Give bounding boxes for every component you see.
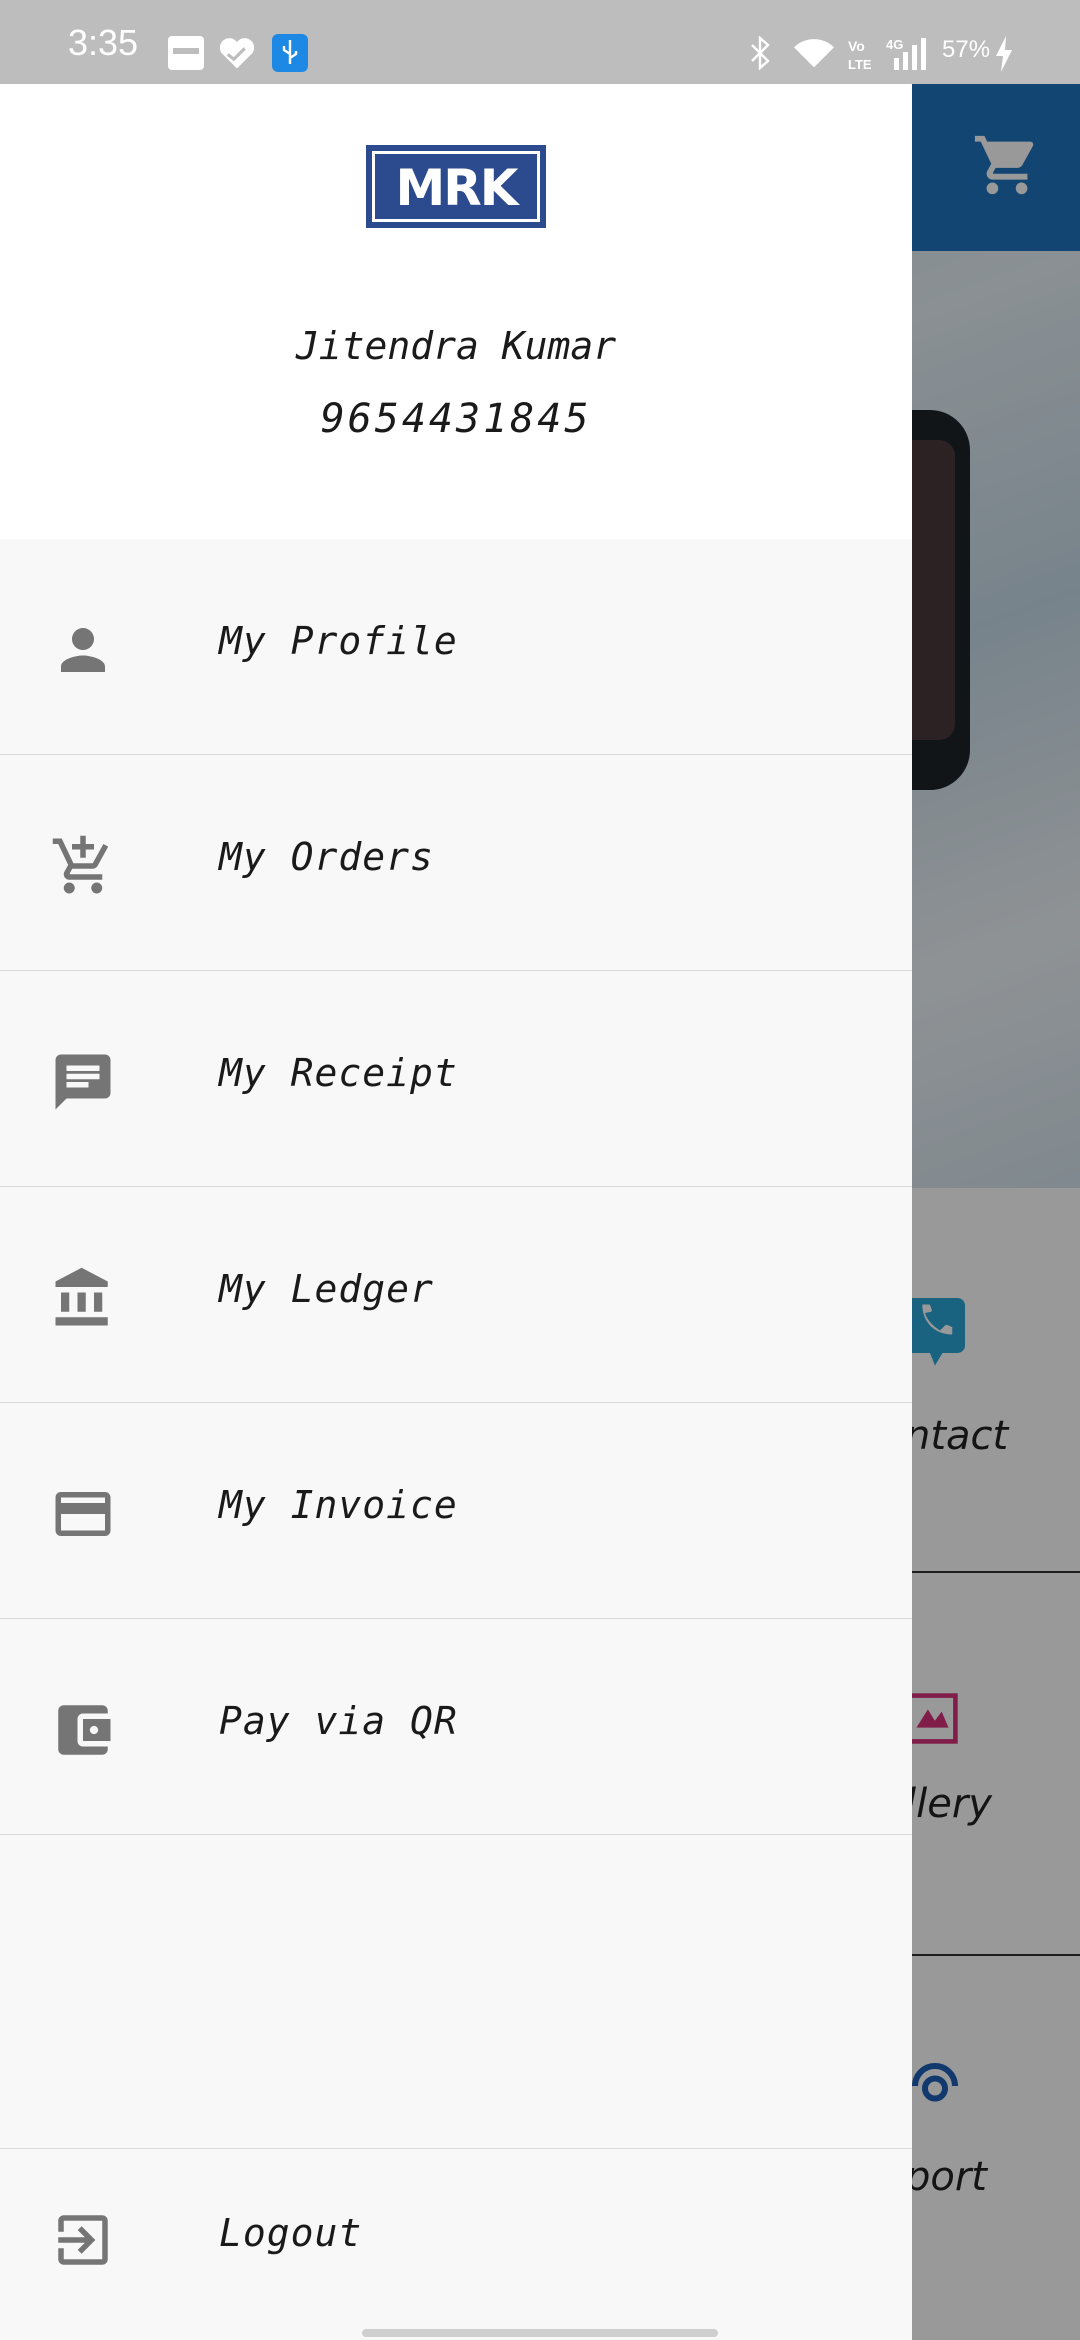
menu-item-my-receipt[interactable]: My Receipt [0,971,912,1187]
menu-item-logout[interactable]: Logout [0,2148,912,2340]
status-time: 3:35 [68,22,139,63]
user-phone: 9654431845 [320,396,592,442]
menu-item-label: My Ledger [219,1267,434,1311]
add-cart-icon [52,835,109,894]
menu-item-label: My Profile [219,619,458,663]
credit-card-icon [55,1492,111,1536]
wifi-icon [794,39,834,68]
gesture-nav-handle[interactable] [362,2329,718,2337]
logout-icon [58,2215,108,2265]
menu-item-my-orders[interactable]: My Orders [0,755,912,971]
menu-item-my-invoice[interactable]: My Invoice [0,1403,912,1619]
menu-item-label: Pay via QR [219,1699,458,1743]
svg-text:LTE: LTE [848,57,872,72]
person-icon [61,628,105,672]
logo-frame: MRK [372,151,540,222]
health-icon [219,38,255,69]
menu-item-pay-via-qr[interactable]: Pay via QR [0,1619,912,1835]
menu-item-label: My Invoice [219,1483,458,1527]
battery-percent: 57% [942,36,991,63]
svg-text:Vo: Vo [848,38,865,54]
drawer-header: MRK Jitendra Kumar 9654431845 [0,84,912,539]
usb-icon [272,34,308,72]
user-name: Jitendra Kumar [295,324,617,368]
brand-logo: MRK [366,145,546,228]
wallet-icon [58,1705,111,1755]
menu-item-my-ledger[interactable]: My Ledger [0,1187,912,1403]
logout-label: Logout [219,2211,363,2255]
signal-4g-icon: 4G [886,37,926,70]
charging-icon [996,36,1012,72]
status-bar: 3:35 Vo LTE 4G 57% [0,0,1080,84]
menu-item-label: My Receipt [219,1051,458,1095]
bluetooth-icon [751,36,770,70]
menu-item-label: My Orders [219,835,434,879]
menu-item-my-profile[interactable]: My Profile [0,539,912,755]
message-icon [55,1054,111,1110]
navigation-drawer: MRK Jitendra Kumar 9654431845 My Profile… [0,84,912,2340]
paytm-icon [168,36,204,70]
bank-icon [55,1267,108,1326]
svg-text:4G: 4G [886,37,903,52]
logo-text: MRK [395,159,518,217]
volte-icon: Vo LTE [848,38,872,72]
